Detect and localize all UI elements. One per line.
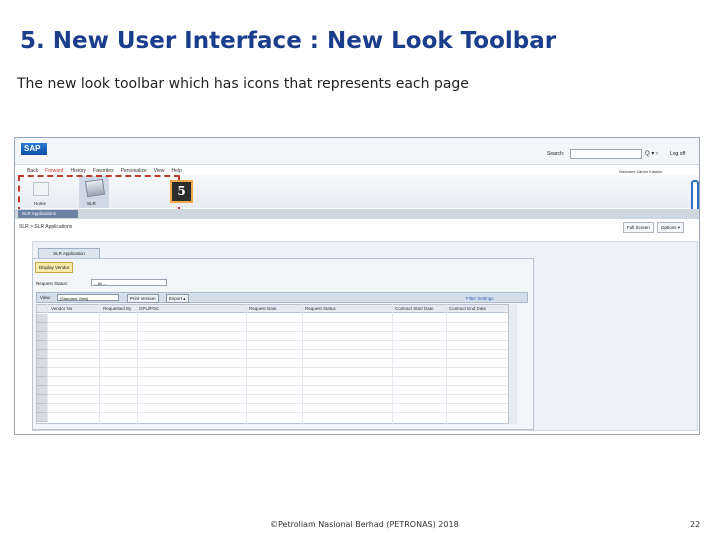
menu-favorites[interactable]: Favorites: [93, 168, 114, 174]
full-screen-button[interactable]: Full Screen: [623, 222, 654, 233]
view-label: View:: [40, 295, 51, 300]
row-divider: [47, 403, 515, 404]
filter-settings-link[interactable]: Filter Settings: [466, 296, 494, 301]
search-label: Search:: [547, 151, 565, 157]
column-header[interactable]: Vendor No: [51, 305, 72, 312]
row-selector[interactable]: [37, 359, 47, 368]
row-selector[interactable]: [37, 413, 47, 422]
menu-view[interactable]: View: [154, 168, 165, 174]
slide-title: 5. New User Interface : New Look Toolbar: [20, 28, 557, 54]
request-status-label: Request Status:: [36, 281, 69, 286]
export-button[interactable]: Export ▴: [166, 294, 189, 303]
request-status-select[interactable]: -- All --: [91, 279, 167, 286]
row-selector[interactable]: [37, 314, 47, 323]
row-selector[interactable]: [37, 404, 47, 413]
sap-screenshot: SAP Back Forward History Favorites Perso…: [14, 137, 700, 435]
tab-bar: [15, 209, 699, 219]
tab-slr-applications[interactable]: SLR Applications: [18, 210, 78, 218]
row-divider: [47, 394, 515, 395]
row-selector[interactable]: [37, 350, 47, 359]
toolbar-highlight-box: [18, 175, 180, 213]
column-header[interactable]: Requested By: [103, 305, 131, 312]
toolbar-scroll-handle[interactable]: [691, 180, 699, 212]
row-selector[interactable]: [37, 332, 47, 341]
print-version-button[interactable]: Print Version: [127, 294, 159, 303]
column-header[interactable]: Request Status: [305, 305, 336, 312]
logoff-link[interactable]: Log off: [670, 151, 685, 157]
row-divider: [47, 340, 515, 341]
menu-back[interactable]: Back: [27, 168, 38, 174]
search-icon[interactable]: Q ▾ ›: [645, 150, 658, 157]
display-vendor-button[interactable]: Display Vendor: [35, 262, 74, 273]
footer-copyright: ©Petroliam Nasional Berhad (PETRONAS) 20…: [270, 520, 459, 529]
page-number: 22: [690, 520, 701, 529]
table-scrollbar[interactable]: [508, 304, 517, 424]
row-selector[interactable]: [37, 323, 47, 332]
welcome-text: Welcome Zahrin Kassim: [619, 169, 663, 174]
menu-help[interactable]: Help: [171, 168, 181, 174]
options-button[interactable]: Options ▾: [657, 222, 685, 233]
row-selector[interactable]: [37, 368, 47, 377]
row-selector[interactable]: [37, 341, 47, 350]
row-selector[interactable]: [37, 395, 47, 404]
column-header[interactable]: OPU/PSC: [139, 305, 159, 312]
search-input[interactable]: [570, 149, 642, 159]
row-selector[interactable]: [37, 386, 47, 395]
row-divider: [47, 322, 515, 323]
menu-bar: Back Forward History Favorites Personali…: [27, 168, 182, 174]
sap-logo-text: SAP: [24, 144, 41, 153]
row-divider: [47, 412, 515, 413]
callout-badge: 5: [170, 180, 193, 203]
column-header[interactable]: Contract Start Date: [395, 305, 434, 312]
column-header[interactable]: Request Date: [249, 305, 277, 312]
slide-subtitle: The new look toolbar which has icons tha…: [17, 76, 469, 92]
row-divider: [47, 349, 515, 350]
column-header[interactable]: Contract End Date: [449, 305, 486, 312]
menu-personalize[interactable]: Personalize: [121, 168, 147, 174]
sap-logo: SAP: [21, 143, 47, 155]
view-select[interactable]: [Standard View]: [57, 294, 119, 301]
row-divider: [47, 376, 515, 377]
row-selector[interactable]: [37, 377, 47, 386]
row-divider: [47, 358, 515, 359]
row-divider: [47, 385, 515, 386]
row-divider: [47, 367, 515, 368]
breadcrumb: SLR > SLR Applications: [19, 224, 73, 230]
menu-history[interactable]: History: [70, 168, 86, 174]
row-divider: [47, 331, 515, 332]
menu-forward[interactable]: Forward: [45, 168, 63, 174]
